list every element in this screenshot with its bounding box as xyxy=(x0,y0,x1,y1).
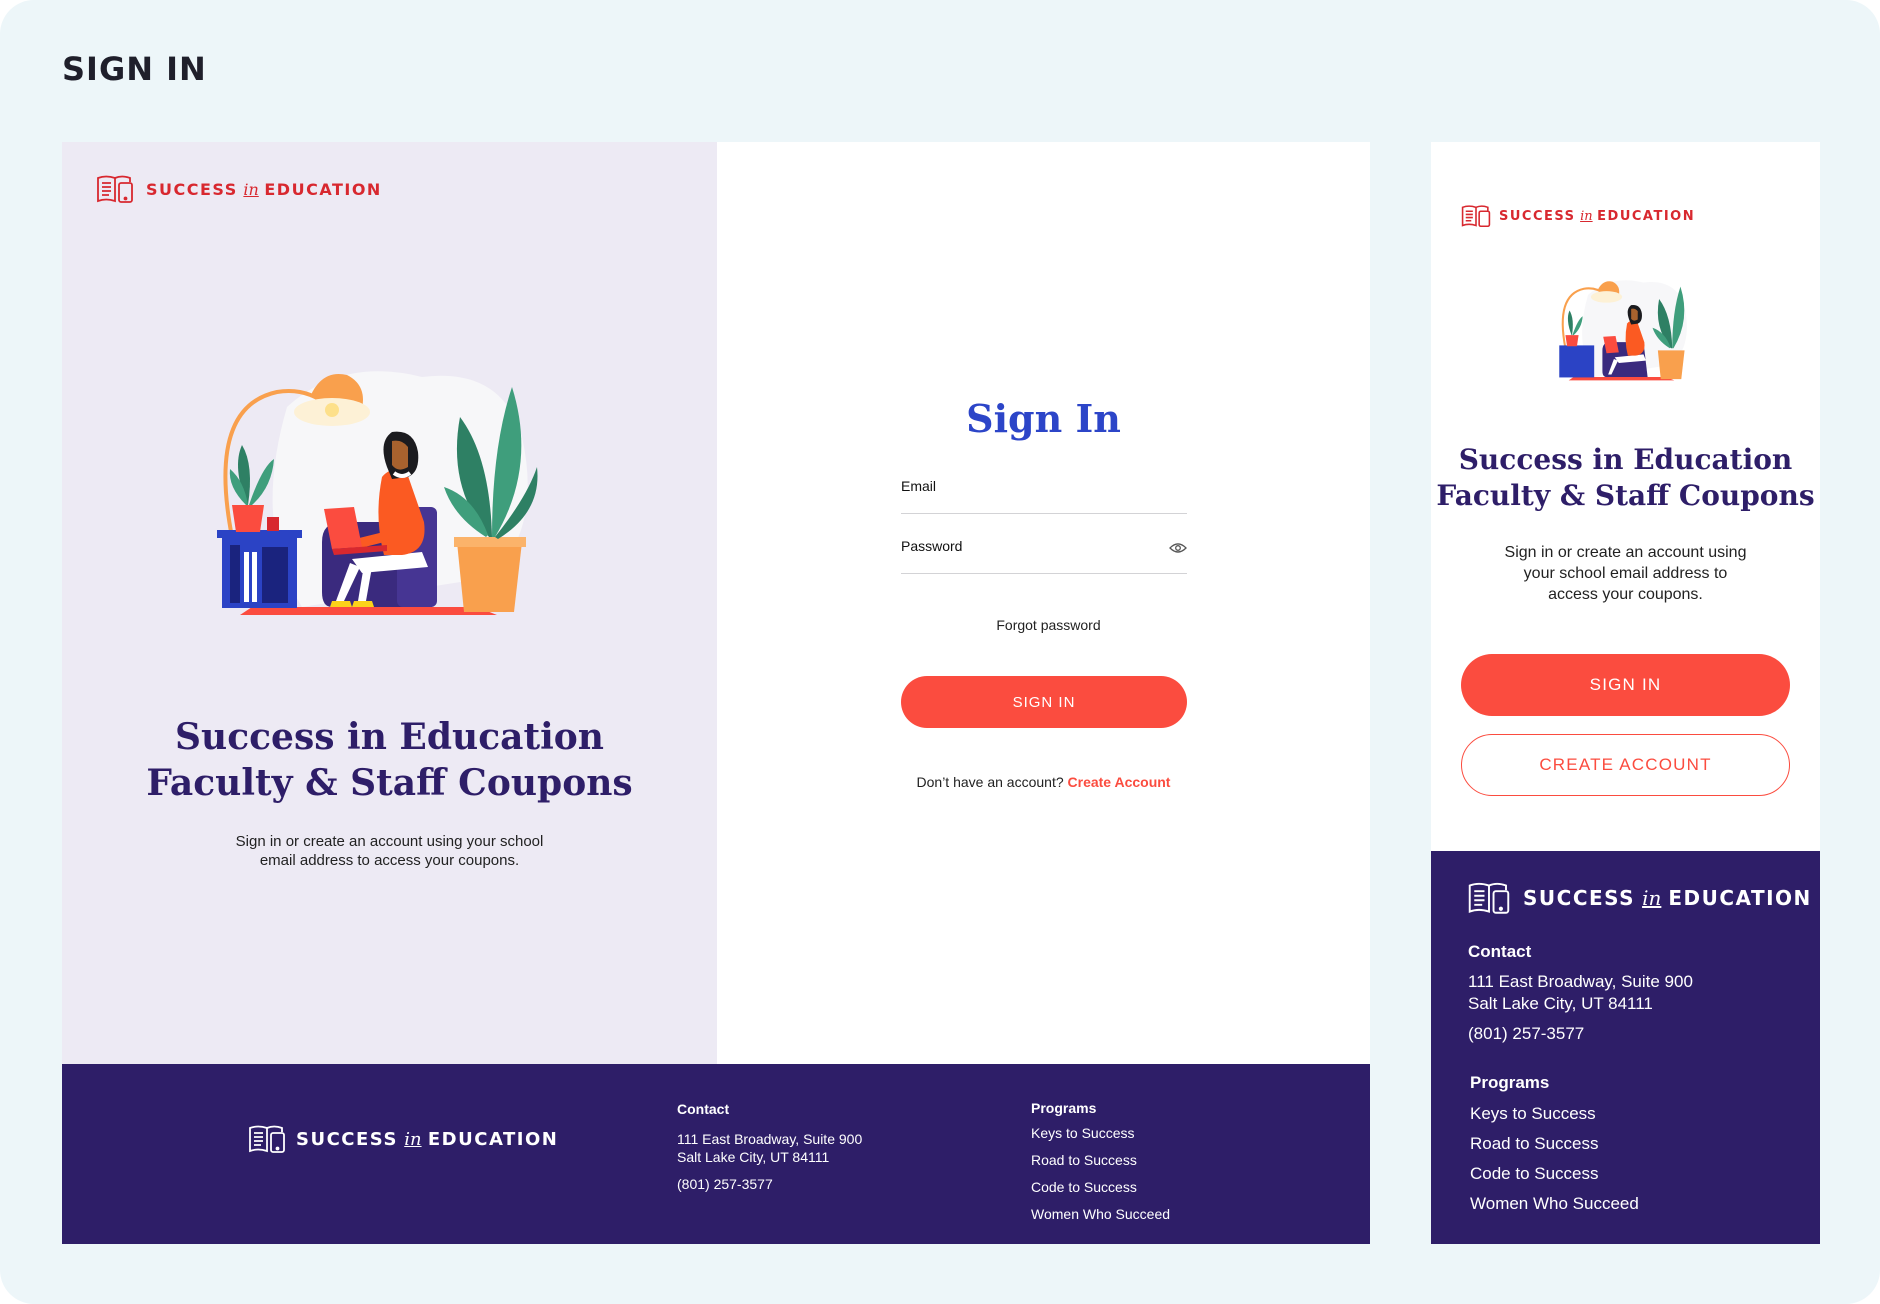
mobile-footer-programs: Programs Keys to Success Road to Success… xyxy=(1470,1073,1639,1219)
logo-text-success: SUCCESS xyxy=(296,1128,398,1150)
program-link-women[interactable]: Women Who Succeed xyxy=(1470,1189,1639,1219)
address-line1: 111 East Broadway, Suite 900 xyxy=(677,1131,863,1147)
logo-text-success: SUCCESS xyxy=(1523,886,1636,910)
mobile-layout: SUCCESS in EDUCATION Success in Educatio… xyxy=(1431,142,1820,1244)
logo-text-education: EDUCATION xyxy=(1597,208,1696,224)
logo-text-in: in xyxy=(1580,208,1593,224)
hero-subtitle: Sign in or create an account using your … xyxy=(62,832,717,870)
hero-subtitle-line2: email address to access your coupons. xyxy=(259,852,520,869)
hero-subtitle-line2: your school email address to xyxy=(1523,565,1728,582)
mobile-hero-subtitle: Sign in or create an account using your … xyxy=(1431,542,1820,605)
logo-text-education: EDUCATION xyxy=(1668,886,1812,910)
logo-text-in: in xyxy=(1642,886,1662,910)
phone-number[interactable]: (801) 257-3577 xyxy=(677,1175,862,1193)
desktop-layout: SUCCESS in EDUCATION Success in Educatio… xyxy=(62,142,1370,1244)
mobile-signin-button[interactable]: SIGN IN xyxy=(1461,654,1790,716)
program-link-road[interactable]: Road to Success xyxy=(1470,1129,1639,1159)
page-title: SIGN IN xyxy=(62,50,207,88)
address-line1: 111 East Broadway, Suite 900 xyxy=(1468,972,1693,991)
hero-heading: Success in Education Faculty & Staff Cou… xyxy=(62,714,717,806)
program-link-road[interactable]: Road to Success xyxy=(1031,1151,1170,1169)
forgot-password-link[interactable]: Forgot password xyxy=(717,617,1370,633)
book-device-logo-icon xyxy=(1468,882,1510,914)
hero-subtitle-line1: Sign in or create an account using your … xyxy=(235,833,544,850)
contact-heading: Contact xyxy=(677,1101,730,1117)
logo-text-success: SUCCESS xyxy=(146,179,238,199)
hero-subtitle-line1: Sign in or create an account using xyxy=(1504,544,1747,561)
form-title: Sign In xyxy=(966,396,1121,441)
eye-icon[interactable] xyxy=(1169,542,1187,554)
mobile-hero-heading: Success in Education Faculty & Staff Cou… xyxy=(1431,442,1820,514)
mobile-footer-brand-logo[interactable]: SUCCESS in EDUCATION xyxy=(1467,881,1812,915)
logo-text-education: EDUCATION xyxy=(427,1128,559,1150)
logo-text-in: in xyxy=(243,179,259,199)
program-link-code[interactable]: Code to Success xyxy=(1031,1178,1170,1196)
program-link-code[interactable]: Code to Success xyxy=(1470,1159,1639,1189)
mobile-signin-screen: SUCCESS in EDUCATION Success in Educatio… xyxy=(1431,142,1820,851)
address-line2: Salt Lake City, UT 84111 xyxy=(677,1149,830,1165)
book-device-logo-icon xyxy=(1461,205,1491,228)
programs-heading: Programs xyxy=(1470,1073,1550,1092)
email-label: Email xyxy=(901,478,937,494)
hero-heading-line2: Faculty & Staff Coupons xyxy=(146,762,633,804)
hero-heading-line1: Success in Education xyxy=(175,716,604,758)
email-field[interactable]: Email xyxy=(901,468,1187,514)
program-link-women[interactable]: Women Who Succeed xyxy=(1031,1205,1170,1223)
create-account-link[interactable]: Create Account xyxy=(1068,774,1171,790)
mobile-create-account-button[interactable]: CREATE ACCOUNT xyxy=(1461,734,1790,796)
brand-logo[interactable]: SUCCESS in EDUCATION xyxy=(96,174,382,204)
program-link-keys[interactable]: Keys to Success xyxy=(1470,1099,1639,1129)
contact-heading: Contact xyxy=(1468,942,1532,961)
woman-with-laptop-illustration xyxy=(1559,280,1687,381)
password-label: Password xyxy=(901,538,963,554)
hero-panel: SUCCESS in EDUCATION Success in Educatio… xyxy=(62,142,717,1064)
artboard: SIGN IN SUCCESS in EDUCATION Success in … xyxy=(0,0,1880,1304)
logo-text-success: SUCCESS xyxy=(1499,208,1576,224)
desktop-footer: SUCCESS in EDUCATION Contact 111 East Br… xyxy=(62,1064,1370,1244)
mobile-footer-contact: Contact 111 East Broadway, Suite 900 Sal… xyxy=(1468,941,1693,1045)
logo-text-in: in xyxy=(404,1128,422,1150)
footer-programs: Programs Keys to Success Road to Success… xyxy=(1031,1100,1170,1232)
book-device-logo-icon xyxy=(249,1125,285,1153)
logo-text-education: EDUCATION xyxy=(264,179,382,199)
phone-number[interactable]: (801) 257-3577 xyxy=(1468,1023,1693,1045)
create-account-prompt: Don’t have an account? Create Account xyxy=(717,774,1370,790)
book-device-logo-icon xyxy=(97,175,133,203)
mobile-footer: SUCCESS in EDUCATION Contact 111 East Br… xyxy=(1431,851,1820,1244)
no-account-text: Don’t have an account? xyxy=(916,774,1064,790)
hero-subtitle-line3: access your coupons. xyxy=(1548,586,1703,603)
woman-with-laptop-illustration xyxy=(217,371,538,615)
signin-button[interactable]: SIGN IN xyxy=(901,676,1187,728)
footer-contact: Contact 111 East Broadway, Suite 900 Sal… xyxy=(677,1100,862,1193)
hero-heading-line1: Success in Education xyxy=(1458,443,1793,476)
program-link-keys[interactable]: Keys to Success xyxy=(1031,1124,1170,1142)
programs-heading: Programs xyxy=(1031,1100,1097,1116)
address-line2: Salt Lake City, UT 84111 xyxy=(1468,994,1653,1013)
signin-form-panel: Sign In Email Password Forgot password S… xyxy=(717,142,1370,1064)
footer-brand-logo[interactable]: SUCCESS in EDUCATION xyxy=(248,1124,558,1154)
mobile-brand-logo[interactable]: SUCCESS in EDUCATION xyxy=(1461,204,1695,228)
hero-heading-line2: Faculty & Staff Coupons xyxy=(1436,479,1815,512)
password-field[interactable]: Password xyxy=(901,528,1187,574)
